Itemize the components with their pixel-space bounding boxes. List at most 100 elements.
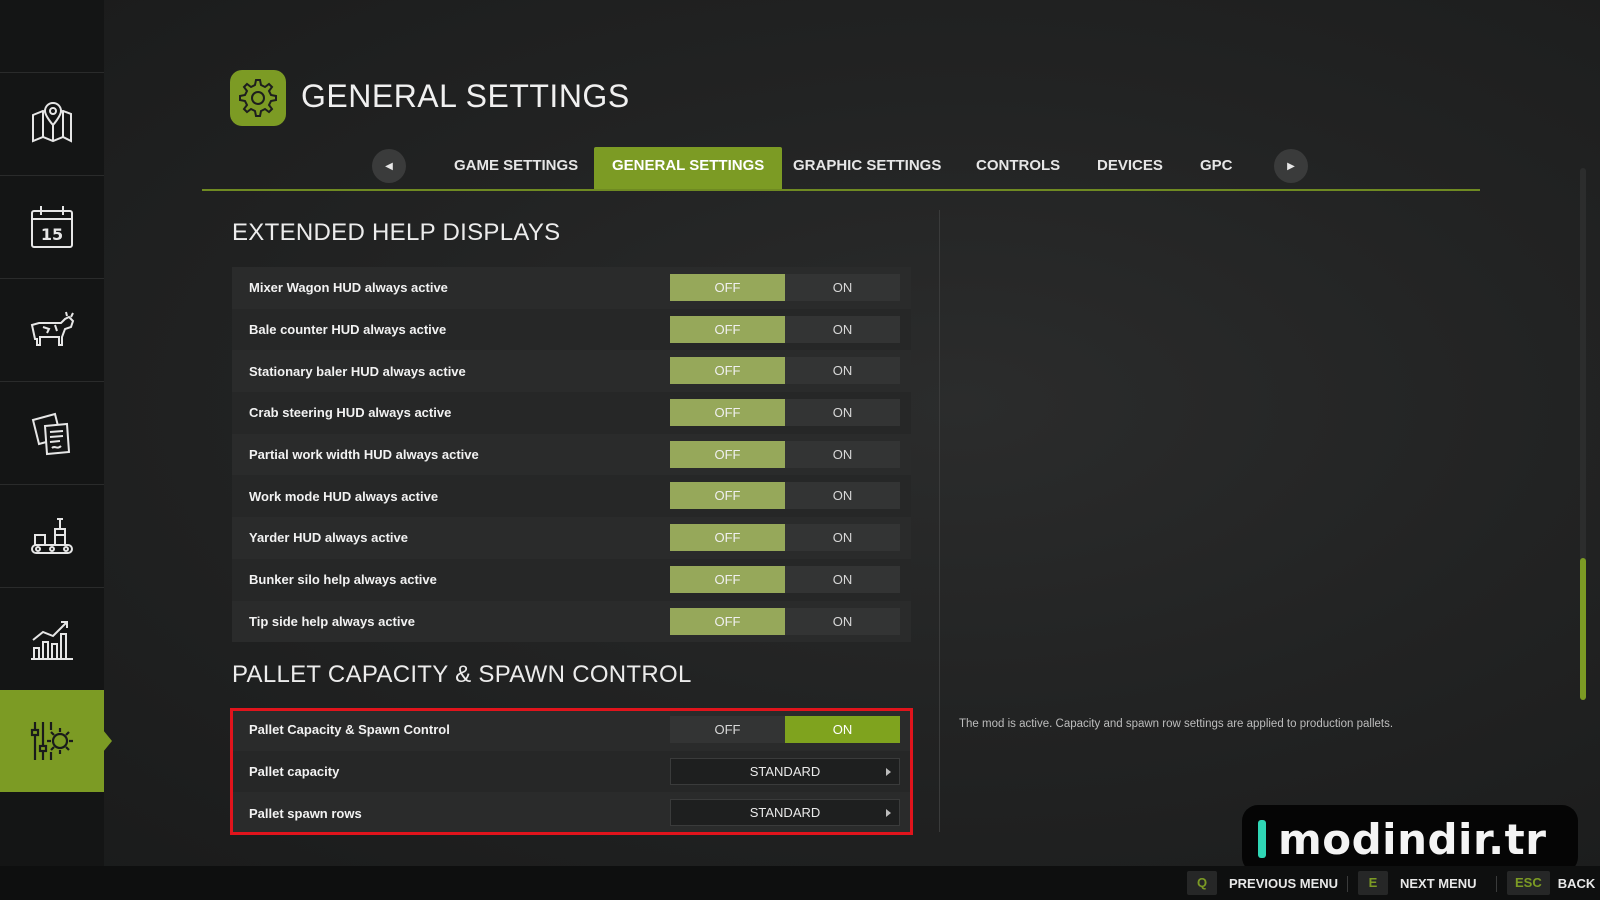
setting-row-pallet-spawn-rows: Pallet spawn rows STANDARD: [232, 792, 911, 835]
sidebar-item-production[interactable]: [0, 484, 104, 586]
watermark-bar: [1258, 820, 1266, 858]
map-icon: [32, 101, 72, 143]
setting-description: The mod is active. Capacity and spawn ro…: [959, 718, 1394, 730]
previous-tab-button[interactable]: ◀: [372, 149, 406, 183]
page-title-icon: [230, 70, 286, 126]
setting-label: Pallet Capacity & Spawn Control: [249, 722, 450, 738]
tab-graphic-settings[interactable]: GRAPHIC SETTINGS: [775, 147, 959, 189]
toggle-on-option[interactable]: ON: [785, 399, 900, 427]
help-settings-list: Mixer Wagon HUD always active OFF ON Bale c…: [232, 267, 911, 643]
setting-row: Crab steering HUD always active OFF ON: [232, 392, 911, 434]
tab-controls[interactable]: CONTROLS: [958, 147, 1078, 189]
on-off-toggle[interactable]: OFF ON: [670, 607, 900, 635]
toggle-off-option[interactable]: OFF: [670, 565, 785, 593]
sidebar-item-statistics[interactable]: [0, 587, 104, 689]
toggle-on-option[interactable]: ON: [785, 716, 900, 743]
pallet-control-toggle[interactable]: OFF ON: [670, 716, 900, 743]
setting-label: Mixer Wagon HUD always active: [249, 280, 448, 296]
sidebar-item-settings[interactable]: [0, 690, 112, 792]
setting-row: Work mode HUD always active OFF ON: [232, 475, 911, 518]
sidebar-item-map[interactable]: [0, 72, 104, 174]
toggle-on-option[interactable]: ON: [785, 565, 900, 593]
toggle-on-option[interactable]: ON: [785, 607, 900, 635]
toggle-off-option[interactable]: OFF: [670, 399, 785, 427]
toggle-off-option[interactable]: OFF: [670, 524, 785, 552]
hint-label: BACK: [1557, 875, 1596, 891]
hint-previous-menu[interactable]: Q PREVIOUS MENU: [1187, 871, 1338, 895]
setting-row: Yarder HUD always active OFF ON: [232, 517, 911, 559]
bottom-hint-bar: Q PREVIOUS MENU E NEXT MENU ESC BACK: [0, 866, 1600, 900]
sidebar-item-calendar[interactable]: 15: [0, 175, 104, 277]
setting-row: Bale counter HUD always active OFF ON: [232, 308, 911, 351]
toggle-on-option[interactable]: ON: [785, 440, 900, 468]
setting-label: Bunker silo help always active: [249, 572, 437, 588]
key-badge: Q: [1187, 871, 1217, 895]
pallet-spawn-rows-selector[interactable]: STANDARD: [670, 799, 900, 827]
setting-label: Bale counter HUD always active: [249, 322, 447, 338]
hint-next-menu[interactable]: E NEXT MENU: [1358, 871, 1477, 895]
calendar-icon: 15: [31, 205, 73, 248]
watermark: modindir.tr: [1242, 805, 1578, 873]
tab-gpc[interactable]: GPC: [1182, 147, 1251, 189]
toggle-off-option[interactable]: OFF: [670, 440, 785, 468]
caret-right-icon: [886, 767, 891, 776]
tab-bar: ◀ GAME SETTINGS GENERAL SETTINGS GRAPHIC…: [202, 147, 1480, 191]
toggle-off-option[interactable]: OFF: [670, 315, 785, 343]
next-tab-button[interactable]: ▶: [1274, 149, 1308, 183]
sidebar-item-animals[interactable]: [0, 278, 104, 380]
hint-back[interactable]: ESC BACK: [1507, 871, 1595, 895]
setting-label: Stationary baler HUD always active: [249, 363, 466, 379]
toggle-on-option[interactable]: ON: [785, 524, 900, 552]
pallet-capacity-selector[interactable]: STANDARD: [670, 757, 900, 785]
tab-general-settings[interactable]: GENERAL SETTINGS: [594, 147, 783, 189]
setting-row: Bunker silo help always active OFF ON: [232, 558, 911, 601]
settings-icon: [30, 722, 73, 760]
gear-icon: [239, 79, 277, 117]
hint-separator: [1496, 876, 1497, 892]
selector-value: STANDARD: [749, 805, 821, 821]
chevron-right-icon: ▶: [1287, 160, 1295, 172]
toggle-off-option[interactable]: OFF: [670, 716, 785, 743]
on-off-toggle[interactable]: OFF ON: [670, 440, 900, 468]
setting-label: Partial work width HUD always active: [249, 447, 479, 463]
contracts-icon: [31, 412, 71, 455]
on-off-toggle[interactable]: OFF ON: [670, 482, 900, 510]
toggle-on-option[interactable]: ON: [785, 315, 900, 343]
setting-label: Yarder HUD always active: [249, 530, 408, 546]
setting-label: Tip side help always active: [249, 613, 415, 629]
caret-right-icon: [886, 809, 891, 818]
scrollbar-thumb[interactable]: [1580, 558, 1586, 700]
sidebar-item-contracts[interactable]: [0, 381, 104, 483]
toggle-off-option[interactable]: OFF: [670, 482, 785, 510]
toggle-on-option[interactable]: ON: [785, 482, 900, 510]
key-badge: E: [1358, 871, 1388, 895]
tab-game-settings[interactable]: GAME SETTINGS: [436, 147, 596, 189]
hint-separator: [1347, 876, 1348, 892]
svg-text:15: 15: [41, 225, 63, 244]
toggle-off-option[interactable]: OFF: [670, 607, 785, 635]
sidebar: 15: [0, 0, 112, 866]
key-badge: ESC: [1507, 871, 1550, 895]
on-off-toggle[interactable]: OFF ON: [670, 399, 900, 427]
setting-label: Pallet spawn rows: [249, 805, 362, 821]
watermark-text: modindir.tr: [1278, 814, 1547, 864]
on-off-toggle[interactable]: OFF ON: [670, 565, 900, 593]
tab-devices[interactable]: DEVICES: [1079, 147, 1181, 189]
section-title-help: EXTENDED HELP DISPLAYS: [232, 219, 561, 246]
toggle-off-option[interactable]: OFF: [670, 357, 785, 385]
setting-row-pallet-capacity: Pallet capacity STANDARD: [232, 750, 911, 793]
setting-row: Partial work width HUD always active OFF O…: [232, 433, 911, 476]
toggle-on-option[interactable]: ON: [785, 274, 900, 301]
page-title: GENERAL SETTINGS: [301, 78, 630, 114]
production-icon: [31, 517, 73, 554]
setting-label: Work mode HUD always active: [249, 488, 439, 504]
on-off-toggle[interactable]: OFF ON: [670, 274, 900, 301]
on-off-toggle[interactable]: OFF ON: [670, 524, 900, 552]
setting-row: Tip side help always active OFF ON: [232, 600, 911, 643]
chevron-left-icon: ◀: [385, 160, 393, 172]
hint-label: NEXT MENU: [1400, 875, 1477, 891]
toggle-off-option[interactable]: OFF: [670, 274, 785, 301]
on-off-toggle[interactable]: OFF ON: [670, 315, 900, 343]
toggle-on-option[interactable]: ON: [785, 357, 900, 385]
on-off-toggle[interactable]: OFF ON: [670, 357, 900, 385]
